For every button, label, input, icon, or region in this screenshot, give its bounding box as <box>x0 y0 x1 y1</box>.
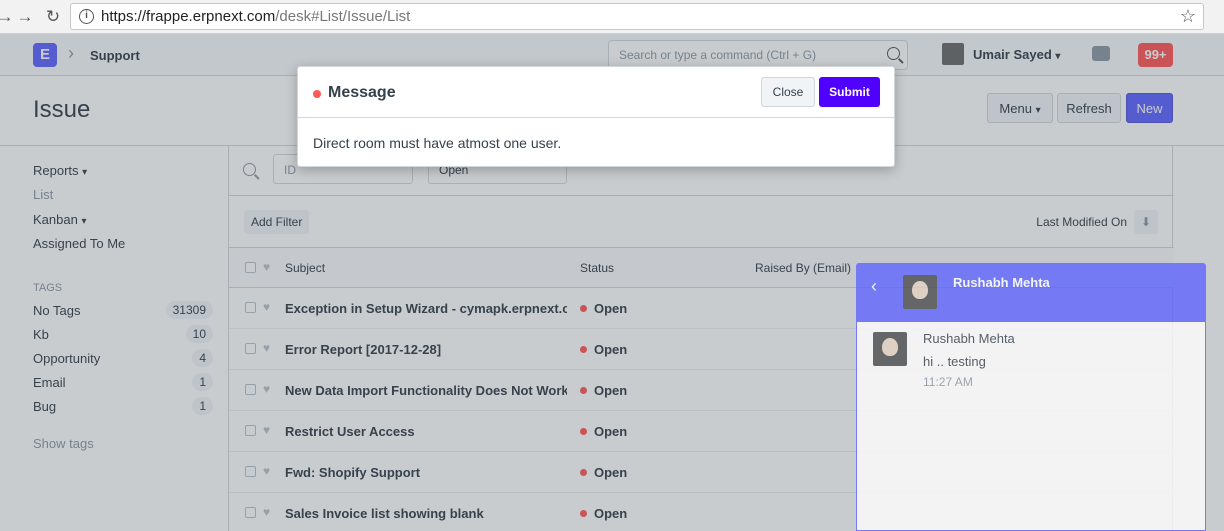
avatar-face <box>912 281 928 299</box>
avatar <box>873 332 907 366</box>
url-text: https://frappe.erpnext.com/desk#List/Iss… <box>101 8 410 25</box>
chat-contact-name: Rushabh Mehta <box>953 275 1050 290</box>
message-text: hi .. testing <box>923 354 986 369</box>
info-icon[interactable]: i <box>79 9 94 24</box>
avatar <box>903 275 937 309</box>
indicator-dot-icon <box>313 90 321 98</box>
url-host: https://frappe.erpnext.com <box>101 8 276 25</box>
chat-header: ‹ Rushabh Mehta <box>857 264 1205 322</box>
reload-icon[interactable]: ↻ <box>42 6 64 28</box>
chat-panel: ‹ Rushabh Mehta Rushabh Mehta hi .. test… <box>856 263 1206 531</box>
chevron-left-icon[interactable]: ‹ <box>871 276 877 297</box>
message-time: 11:27 AM <box>923 375 973 389</box>
avatar-face <box>882 338 898 356</box>
close-button[interactable]: Close <box>761 77 815 107</box>
dialog-header: Message Close Submit <box>298 67 894 118</box>
dialog-title: Message <box>328 84 396 101</box>
forward-arrow-icon[interactable]: → <box>14 6 36 28</box>
address-bar[interactable]: i https://frappe.erpnext.com/desk#List/I… <box>70 3 1204 30</box>
message-dialog: Message Close Submit Direct room must ha… <box>297 66 895 167</box>
browser-toolbar: → → ↻ i https://frappe.erpnext.com/desk#… <box>0 0 1224 34</box>
message-sender: Rushabh Mehta <box>923 331 1015 346</box>
submit-button[interactable]: Submit <box>819 77 880 107</box>
bookmark-star-icon[interactable]: ☆ <box>1180 6 1196 27</box>
url-path: /desk#List/Issue/List <box>275 8 411 25</box>
dialog-message: Direct room must have atmost one user. <box>313 135 562 151</box>
